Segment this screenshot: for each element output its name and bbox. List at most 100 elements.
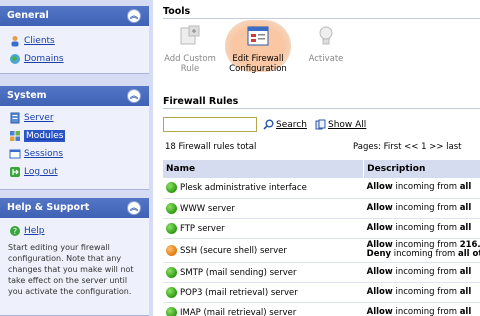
status-icon <box>166 202 177 214</box>
rule-description-line: Allow incoming from all <box>367 286 480 297</box>
help-panel-header[interactable]: Help & Support ︽ <box>0 198 149 218</box>
sessions-icon <box>9 149 21 159</box>
rule-name[interactable]: POP3 (mail retrieval) server <box>180 288 298 298</box>
table-row[interactable]: IMAP (mail retrieval) server Allow incomi… <box>163 302 480 316</box>
table-row[interactable]: SSH (secure shell) server Allow incoming … <box>163 238 480 263</box>
rule-description-mid: incoming from <box>392 306 460 316</box>
collapse-icon[interactable]: ︽ <box>127 89 141 103</box>
table-row[interactable]: POP3 (mail retrieval) server Allow incomi… <box>163 282 480 303</box>
rule-name[interactable]: IMAP (mail retrieval) server <box>180 308 296 316</box>
rule-name[interactable]: FTP server <box>180 224 225 234</box>
rule-description-mid: incoming from <box>392 266 460 277</box>
logout-icon <box>10 167 20 177</box>
rule-description-mid: incoming from <box>392 202 460 213</box>
server-icon <box>10 112 20 124</box>
sidebar-item-label: Sessions <box>24 149 64 159</box>
help-panel: Help & Support ︽ ? Help Start editing yo… <box>0 198 149 316</box>
sidebar-item-modules[interactable]: Modules <box>0 127 149 145</box>
rules-total: 18 Firewall rules total <box>165 142 257 152</box>
rule-description-cell: Allow incoming from 216.18Deny incoming … <box>363 238 480 263</box>
collapse-icon[interactable]: ︽ <box>127 201 141 215</box>
general-panel: General ︽ Clients Domains <box>0 6 149 74</box>
rule-description-line: Allow incoming from all <box>366 222 480 233</box>
help-text: Start editing your firewall configuratio… <box>8 243 134 296</box>
pagination[interactable]: Pages: First << 1 >> last <box>353 142 462 152</box>
activate-button[interactable]: Activate <box>293 22 359 72</box>
show-all-icon <box>315 119 326 130</box>
help-panel-title: Help & Support <box>7 202 90 213</box>
rule-description-pre: Allow <box>366 182 393 193</box>
sidebar-item-domains[interactable]: Domains <box>0 50 149 68</box>
help-link-label: Help <box>24 226 45 236</box>
rule-description-pre: Allow <box>366 202 393 213</box>
rule-description-pre: Allow <box>366 306 393 316</box>
rule-name[interactable]: SSH (secure shell) server <box>180 246 287 256</box>
sidebar-item-label: Server <box>24 113 54 123</box>
divider <box>163 108 480 109</box>
rule-description-pre: Allow <box>366 222 393 233</box>
rule-description-cell: Allow incoming from all <box>363 302 480 316</box>
search-input[interactable] <box>163 117 257 132</box>
table-row[interactable]: WWW server Allow incoming from all <box>163 198 480 219</box>
rule-name-cell: Plesk administrative interface <box>163 178 364 199</box>
table-row[interactable]: FTP server Allow incoming from all <box>163 218 480 239</box>
add-custom-rule-button[interactable]: Add Custom Rule <box>157 22 223 74</box>
search-label: Search <box>276 120 307 130</box>
rule-description-post: all <box>459 182 472 193</box>
main-content: Tools Add Custom Rule Edit Firewall Conf… <box>149 0 480 316</box>
rule-description-cell: Allow incoming from all <box>363 282 480 303</box>
status-icon <box>166 266 177 278</box>
rule-description-cell: Allow incoming from all <box>363 218 480 239</box>
search-icon <box>263 119 274 130</box>
general-panel-header[interactable]: General ︽ <box>0 6 149 26</box>
sidebar-item-server[interactable]: Server <box>0 109 149 127</box>
rule-description-post: all <box>459 202 472 213</box>
rule-name[interactable]: WWW server <box>180 204 235 214</box>
search-button[interactable]: Search <box>263 119 307 130</box>
rule-description-mid: incoming from <box>392 182 460 193</box>
divider <box>163 18 480 19</box>
column-header-description[interactable]: Description <box>363 160 480 178</box>
rule-description-line: Allow incoming from all <box>366 266 480 277</box>
rule-description-post: all <box>459 306 472 316</box>
activate-label: Activate <box>308 54 344 64</box>
rule-description-cell: Allow incoming from all <box>363 178 480 199</box>
rule-description-mid: incoming from <box>392 222 460 233</box>
rule-name[interactable]: Plesk administrative interface <box>180 183 307 193</box>
edit-firewall-configuration-button[interactable]: Edit Firewall Configuration <box>225 20 291 74</box>
rule-description-mid: incoming from <box>392 286 460 297</box>
sidebar-item-clients[interactable]: Clients <box>0 32 149 50</box>
collapse-icon[interactable]: ︽ <box>127 9 141 23</box>
rule-name-cell: POP3 (mail retrieval) server <box>163 282 364 303</box>
help-link[interactable]: ? Help <box>0 222 149 240</box>
system-panel-header[interactable]: System ︽ <box>0 86 149 106</box>
firewall-rules-title: Firewall Rules <box>163 96 239 107</box>
rule-name[interactable]: SMTP (mail sending) server <box>180 268 297 278</box>
tools-title: Tools <box>163 6 191 17</box>
sidebar-item-label: Log out <box>24 167 58 177</box>
rule-description-line: Allow incoming from all <box>366 306 480 316</box>
sidebar-item-logout[interactable]: Log out <box>0 163 149 181</box>
column-header-name[interactable]: Name <box>163 160 365 178</box>
status-icon <box>166 222 177 234</box>
table-row[interactable]: SMTP (mail sending) server Allow incoming… <box>163 262 480 283</box>
sidebar: General ︽ Clients Domains System ︽ Serve… <box>0 0 149 316</box>
table-row[interactable]: Plesk administrative interface Allow inco… <box>163 178 480 199</box>
rule-description-pre: Deny <box>366 249 392 259</box>
lightbulb-icon <box>319 26 333 45</box>
system-panel: System ︽ Server Modules Sessions Log out <box>0 86 149 190</box>
add-custom-rule-label: Add Custom Rule <box>164 54 216 74</box>
table-header-row: Name Description <box>163 160 480 178</box>
show-all-button[interactable]: Show All <box>315 119 366 130</box>
rule-description-mid: incoming from <box>391 249 458 259</box>
status-icon <box>166 182 177 194</box>
edit-firewall-configuration-label: Edit Firewall Configuration <box>229 54 287 74</box>
rule-description-pre: Allow <box>366 266 393 277</box>
clients-icon <box>11 36 19 47</box>
status-icon <box>166 306 177 316</box>
rule-description-post: all <box>459 286 472 297</box>
rule-name-cell: SMTP (mail sending) server <box>163 262 364 283</box>
rule-description-cell: Allow incoming from all <box>363 198 480 219</box>
sidebar-item-sessions[interactable]: Sessions <box>0 145 149 163</box>
system-panel-title: System <box>7 90 47 101</box>
